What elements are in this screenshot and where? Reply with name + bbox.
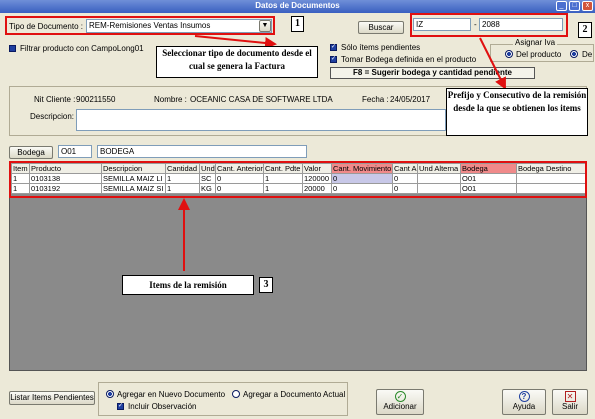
salir-button[interactable]: ✕ Salir [552,389,588,415]
incluir-observacion-label: Incluir Observación [128,402,197,411]
callout-items-remision: Items de la remisión [122,275,254,295]
callout-tipo-documento: Seleccionar tipo de documento desde el c… [156,46,318,78]
agregar-nuevo-label: Agregar en Nuevo Documento [117,390,226,399]
adicionar-label: Adicionar [383,402,417,411]
arrow-1 [194,35,277,49]
ayuda-button[interactable]: ? Ayuda [502,389,546,415]
agregar-actual-radio[interactable] [232,390,240,398]
salir-label: Salir [561,402,578,411]
check-icon: ✓ [394,391,406,402]
agregar-nuevo-radio[interactable] [106,390,114,398]
adicionar-button[interactable]: ✓ Adicionar [376,389,424,415]
callout-prefijo-consecutivo: Prefijo y Consecutivo de la remisión des… [446,88,588,136]
ayuda-label: Ayuda [512,402,536,411]
help-icon: ? [518,391,530,402]
listar-items-pendientes-button[interactable]: Listar Items Pendientes [9,391,95,405]
agregar-actual-label: Agregar a Documento Actual [243,390,346,399]
callout-number-3: 3 [259,277,273,293]
arrow-2 [479,37,506,90]
incluir-observacion-checkbox[interactable]: ✓ [117,403,124,410]
exit-icon: ✕ [564,391,576,402]
